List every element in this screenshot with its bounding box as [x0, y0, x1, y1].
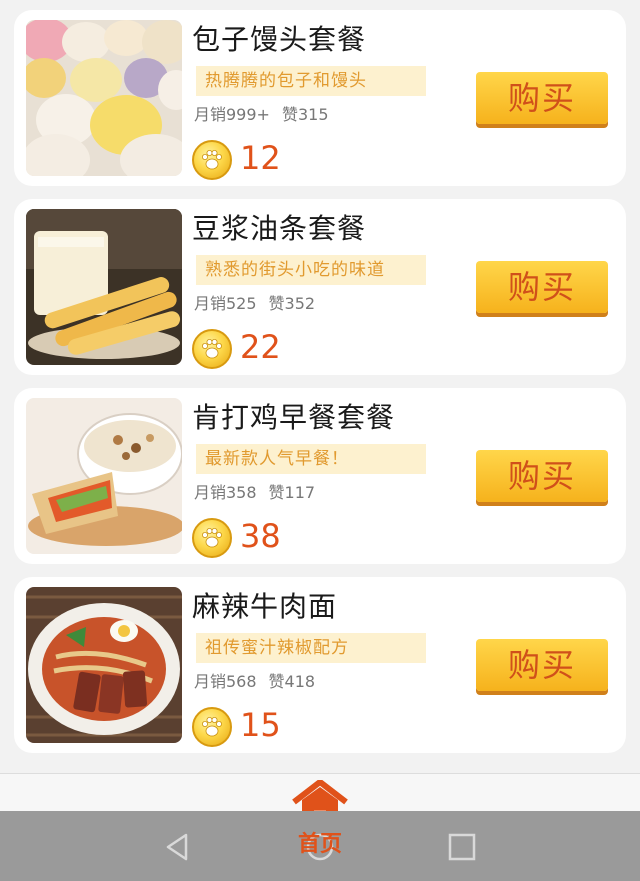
product-tagline: 熟悉的街头小吃的味道 [196, 255, 426, 285]
product-price: 22 [240, 328, 281, 366]
product-card[interactable]: 豆浆油条套餐 熟悉的街头小吃的味道 月销525 赞352 22 购买 [14, 199, 626, 375]
product-title: 豆浆油条套餐 [192, 212, 367, 245]
paw-coin-icon [192, 140, 232, 180]
product-title: 麻辣牛肉面 [192, 590, 338, 623]
square-recents-icon[interactable] [446, 831, 478, 863]
monthly-sales: 月销525 [194, 294, 257, 313]
like-count: 赞117 [268, 483, 316, 502]
product-image-spicy-beef-noodle [26, 587, 182, 743]
product-stats: 月销568 赞418 [194, 671, 315, 693]
tab-home-label[interactable]: 首页 [292, 826, 348, 858]
product-image-soy-milk-fried-dough [26, 209, 182, 365]
like-count: 赞352 [268, 294, 316, 313]
product-stats: 月销525 赞352 [194, 293, 315, 315]
product-price: 12 [240, 139, 281, 177]
product-card[interactable]: 麻辣牛肉面 祖传蜜汁辣椒配方 月销568 赞418 15 购买 [14, 577, 626, 753]
buy-button[interactable]: 购买 [476, 261, 608, 313]
product-image-wrap-and-porridge [26, 398, 182, 554]
paw-coin-icon [192, 329, 232, 369]
product-tagline: 热腾腾的包子和馒头 [196, 66, 426, 96]
product-title: 包子馒头套餐 [192, 23, 367, 56]
buy-button[interactable]: 购买 [476, 639, 608, 691]
product-tagline: 祖传蜜汁辣椒配方 [196, 633, 426, 663]
monthly-sales: 月销358 [194, 483, 257, 502]
paw-coin-icon [192, 707, 232, 747]
product-stats: 月销999+ 赞315 [194, 104, 329, 126]
product-price: 38 [240, 517, 281, 555]
product-price: 15 [240, 706, 281, 744]
product-title: 肯打鸡早餐套餐 [192, 401, 396, 434]
buy-button[interactable]: 购买 [476, 72, 608, 124]
product-card[interactable]: 包子馒头套餐 热腾腾的包子和馒头 月销999+ 赞315 12 购买 [14, 10, 626, 186]
product-tagline: 最新款人气早餐！ [196, 444, 426, 474]
buy-button[interactable]: 购买 [476, 450, 608, 502]
like-count: 赞418 [268, 672, 316, 691]
product-image-steamed-buns [26, 20, 182, 176]
paw-coin-icon [192, 518, 232, 558]
like-count: 赞315 [281, 105, 329, 124]
product-stats: 月销358 赞117 [194, 482, 315, 504]
monthly-sales: 月销999+ [194, 105, 270, 124]
triangle-back-icon[interactable] [162, 831, 194, 863]
monthly-sales: 月销568 [194, 672, 257, 691]
product-card[interactable]: 肯打鸡早餐套餐 最新款人气早餐！ 月销358 赞117 38 购买 [14, 388, 626, 564]
